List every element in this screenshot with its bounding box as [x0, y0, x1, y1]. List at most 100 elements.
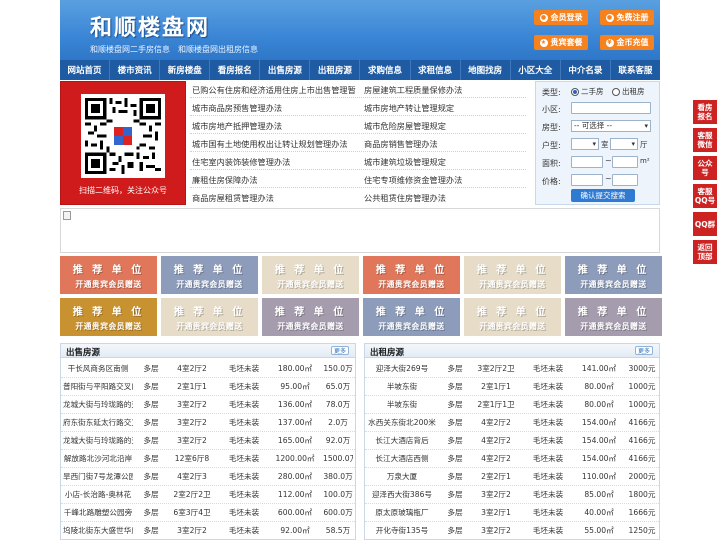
listing-location[interactable]: 开化寺街135号: [367, 522, 437, 540]
listing-location[interactable]: 解放路北沙河北沿岸: [63, 450, 133, 468]
side-service-wechat[interactable]: 客服微信: [693, 128, 717, 152]
policy-link[interactable]: 城市商品房预售管理办法: [192, 102, 282, 114]
recommended-unit-ad[interactable]: 推 荐 单 位开通贵宾会员赠送: [464, 298, 561, 336]
nav-want-buy[interactable]: 求购信息: [360, 60, 411, 80]
policy-link[interactable]: 商品房销售管理办法: [364, 138, 438, 150]
nav-news[interactable]: 楼市资讯: [110, 60, 161, 80]
listing-location[interactable]: 长江大酒店西侧: [367, 450, 437, 468]
nav-communities[interactable]: 小区大全: [511, 60, 561, 80]
listing-row[interactable]: 长江大酒店西侧 多层 4室2厅2 毛坯未装 154.00㎡ 4166元: [365, 450, 659, 468]
listing-row[interactable]: 龙城大街与玲珑路的交 多层 3室2厅2 毛坯未装 136.00㎡ 78.0万: [61, 396, 355, 414]
search-submit-button[interactable]: 确认提交搜索: [571, 189, 635, 202]
listing-location[interactable]: 普阳街与平阳路交叉口: [63, 378, 133, 396]
qr-code[interactable]: [81, 94, 165, 178]
recommended-unit-ad[interactable]: 推 荐 单 位开通贵宾会员赠送: [565, 298, 662, 336]
recommended-unit-ad[interactable]: 推 荐 单 位开通贵宾会员赠送: [262, 298, 359, 336]
policy-link[interactable]: 城市国有土地使用权出让转让规划管理办法: [192, 138, 348, 150]
hall-select[interactable]: [610, 138, 638, 150]
price-min-input[interactable]: [571, 174, 603, 186]
price-max-input[interactable]: [612, 174, 638, 186]
nav-map-search[interactable]: 地图找房: [461, 60, 511, 80]
listing-location[interactable]: 迎泽大街269号: [367, 360, 437, 378]
listing-row[interactable]: 千峰北路雕塑公园旁 多层 6室3厅4卫 毛坯未装 600.00㎡ 600.0万: [61, 504, 355, 522]
coin-recharge-button[interactable]: ¥ 金币充值: [600, 35, 654, 50]
listing-location[interactable]: 龙城大街与玲珑路的交: [63, 396, 133, 414]
policy-link[interactable]: 城市危险房屋管理规定: [364, 120, 446, 132]
policy-link[interactable]: 住宅专项维修资金管理办法: [364, 174, 462, 186]
listing-row[interactable]: 迎泽西大街386号 多层 3室2厅2 毛坯未装 85.00㎡ 1800元: [365, 486, 659, 504]
listing-location[interactable]: 水西关东街北200米: [367, 414, 437, 432]
listing-row[interactable]: 迎泽大街269号 多层 3室2厅2卫 毛坯未装 141.00㎡ 3000元: [365, 360, 659, 378]
listing-row[interactable]: 小店-长治路-奥林花 多层 2室2厅2卫 毛坯未装 112.00㎡ 100.0万: [61, 486, 355, 504]
listing-row[interactable]: 普阳街与平阳路交叉口 多层 2室1厅1 毛坯未装 95.00㎡ 65.0万: [61, 378, 355, 396]
policy-link[interactable]: 廉租住房保障办法: [192, 174, 258, 186]
recommended-unit-ad[interactable]: 推 荐 单 位开通贵宾会员赠送: [161, 256, 258, 294]
nav-contact[interactable]: 联系客服: [611, 60, 660, 80]
listing-location[interactable]: 干长风商务区南侧: [63, 360, 133, 378]
community-input[interactable]: [571, 102, 651, 114]
policy-link[interactable]: 城市房地产抵押管理办法: [192, 120, 282, 132]
policy-link[interactable]: 城市房地产转让管理规定: [364, 102, 454, 114]
rent-more-button[interactable]: 更多: [635, 346, 653, 355]
nav-for-sale[interactable]: 出售房源: [260, 60, 311, 80]
listing-row[interactable]: 水西关东街北200米 多层 4室2厅2 毛坯未装 154.00㎡ 4166元: [365, 414, 659, 432]
sale-more-button[interactable]: 更多: [331, 346, 349, 355]
listing-row[interactable]: 万泉大厦 多层 2室2厅1 毛坯未装 110.00㎡ 2000元: [365, 468, 659, 486]
side-service-qq[interactable]: 客服QQ号: [693, 184, 717, 208]
listing-location[interactable]: 迎泽西大街386号: [367, 486, 437, 504]
radio-secondhand[interactable]: 二手房: [571, 86, 604, 97]
recommended-unit-ad[interactable]: 推 荐 单 位开通贵宾会员赠送: [363, 256, 460, 294]
listing-location[interactable]: 万泉大厦: [367, 468, 437, 486]
side-back-to-top[interactable]: 返回顶部: [693, 240, 717, 264]
recommended-unit-ad[interactable]: 推 荐 单 位开通贵宾会员赠送: [464, 256, 561, 294]
recommended-unit-ad[interactable]: 推 荐 单 位开通贵宾会员赠送: [60, 298, 157, 336]
nav-home[interactable]: 网站首页: [60, 60, 111, 80]
listing-location[interactable]: 原太原玻璃瓶厂: [367, 504, 437, 522]
listing-location[interactable]: 千峰北路雕塑公园旁: [63, 504, 133, 522]
listing-row[interactable]: 长江大酒店背后 多层 4室2厅2 毛坯未装 154.00㎡ 4166元: [365, 432, 659, 450]
nav-agents[interactable]: 中介名录: [561, 60, 611, 80]
recommended-unit-ad[interactable]: 推 荐 单 位开通贵宾会员赠送: [60, 256, 157, 294]
listing-location[interactable]: 小店-长治路-奥林花: [63, 486, 133, 504]
listing-row[interactable]: 半坡东街 多层 2室1厅1 毛坯未装 80.00㎡ 1000元: [365, 378, 659, 396]
listing-location[interactable]: 坞陵北街东大盛世华庭: [63, 522, 133, 540]
nav-viewing-signup[interactable]: 看房报名: [210, 60, 261, 80]
room-select[interactable]: [571, 138, 599, 150]
nav-for-rent[interactable]: 出租房源: [310, 60, 361, 80]
listing-row[interactable]: 开化寺街135号 多层 3室2厅2 毛坯未装 55.00㎡ 1250元: [365, 522, 659, 540]
area-max-input[interactable]: [612, 156, 638, 168]
recommended-unit-ad[interactable]: 推 荐 单 位开通贵宾会员赠送: [363, 298, 460, 336]
recommended-unit-ad[interactable]: 推 荐 单 位开通贵宾会员赠送: [161, 298, 258, 336]
listing-location[interactable]: 龙城大街与玲珑路的交: [63, 432, 133, 450]
login-button[interactable]: ● 会员登录: [534, 10, 588, 25]
side-qq-group[interactable]: QQ群: [693, 212, 717, 236]
listing-location[interactable]: 府东街东延太行路交叉: [63, 414, 133, 432]
policy-link[interactable]: 城市建筑垃圾管理规定: [364, 156, 446, 168]
listing-row[interactable]: 旱西门街7号龙潭公园 多层 4室2厅3 毛坯未装 280.00㎡ 380.0万: [61, 468, 355, 486]
site-logo[interactable]: 和顺楼盘网: [90, 10, 210, 42]
banner-ad[interactable]: [60, 208, 660, 253]
policy-link[interactable]: 已购公有住房和经济适用住房上市出售管理暂: [192, 84, 356, 96]
side-viewing-signup[interactable]: 看房报名: [693, 100, 717, 124]
listing-location[interactable]: 半坡东街: [367, 396, 437, 414]
nav-want-rent[interactable]: 求租信息: [411, 60, 461, 80]
policy-link[interactable]: 房屋建筑工程质量保修办法: [364, 84, 462, 96]
recommended-unit-ad[interactable]: 推 荐 单 位开通贵宾会员赠送: [565, 256, 662, 294]
listing-location[interactable]: 旱西门街7号龙潭公园: [63, 468, 133, 486]
listing-row[interactable]: 干长风商务区南侧 多层 4室2厅2 毛坯未装 180.00㎡ 150.0万: [61, 360, 355, 378]
policy-link[interactable]: 商品房屋租赁管理办法: [192, 192, 274, 204]
listing-row[interactable]: 龙城大街与玲珑路的交 多层 3室2厅2 毛坯未装 165.00㎡ 92.0万: [61, 432, 355, 450]
side-official-account[interactable]: 公众号: [693, 156, 717, 180]
housetype-select[interactable]: -- 可选择 --: [571, 120, 651, 132]
listing-location[interactable]: 长江大酒店背后: [367, 432, 437, 450]
area-min-input[interactable]: [571, 156, 603, 168]
listing-row[interactable]: 解放路北沙河北沿岸 多层 12室6厅8 毛坯未装 1200.00㎡ 1500.0万: [61, 450, 355, 468]
listing-row[interactable]: 原太原玻璃瓶厂 多层 3室2厅1 毛坯未装 40.00㎡ 1666元: [365, 504, 659, 522]
listing-row[interactable]: 府东街东延太行路交叉 多层 3室2厅2 毛坯未装 137.00㎡ 2.0万: [61, 414, 355, 432]
register-button[interactable]: ● 免费注册: [600, 10, 654, 25]
listing-row[interactable]: 半坡东街 多层 2室1厅1卫 毛坯未装 80.00㎡ 1000元: [365, 396, 659, 414]
listing-row[interactable]: 坞陵北街东大盛世华庭 多层 3室2厅2 毛坯未装 92.00㎡ 58.5万: [61, 522, 355, 540]
nav-new-homes[interactable]: 新房楼盘: [160, 60, 211, 80]
radio-rental[interactable]: 出租房: [612, 86, 645, 97]
recommended-unit-ad[interactable]: 推 荐 单 位开通贵宾会员赠送: [262, 256, 359, 294]
